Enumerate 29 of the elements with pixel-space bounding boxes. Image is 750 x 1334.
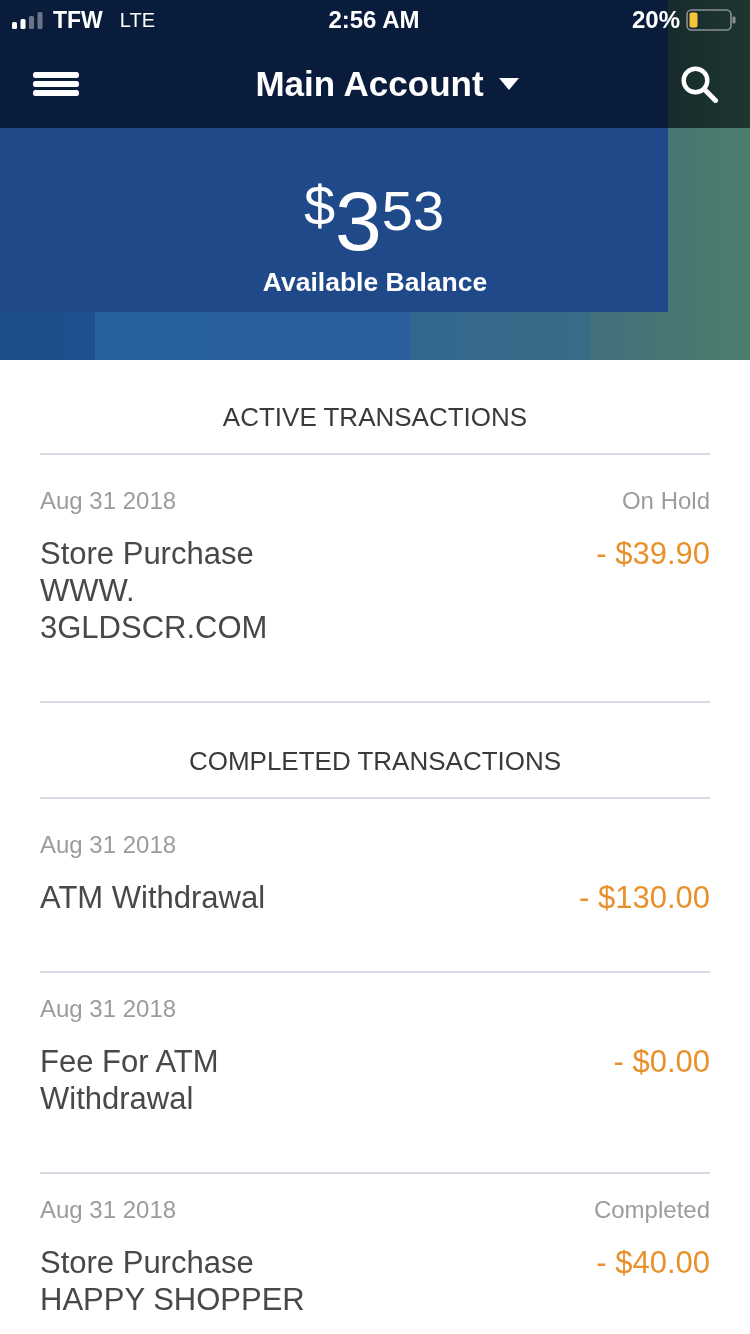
transaction-description[interactable]: Store Purchase HAPPY SHOPPER: [40, 1244, 305, 1318]
transaction-description[interactable]: ATM Withdrawal: [40, 879, 266, 916]
account-selector[interactable]: Main Account: [255, 64, 519, 104]
status-time: 2:56 AM: [328, 8, 420, 32]
menu-button[interactable]: [33, 72, 79, 96]
transaction-amount: - $39.90: [596, 535, 710, 572]
transaction-date: Aug 31 2018: [40, 1197, 177, 1223]
transaction-description[interactable]: Store Purchase WWW. 3GLDSCR.COM: [40, 535, 268, 646]
signal-icon: [12, 11, 45, 29]
transaction-amount: - $40.00: [596, 1244, 710, 1281]
transaction-amount: - $0.00: [613, 1043, 710, 1080]
transaction-status: On Hold: [621, 488, 710, 514]
battery-percent: 20%: [631, 8, 680, 32]
search-icon: [681, 65, 718, 103]
section-title: COMPLETED TRANSACTIONS: [187, 745, 563, 777]
transaction-date: Aug 31 2018: [40, 832, 177, 858]
menu-icon: [33, 72, 79, 96]
network-type: LTE: [119, 10, 155, 30]
section-title: ACTIVE TRANSACTIONS: [221, 401, 529, 433]
transaction-status: Completed: [593, 1197, 710, 1223]
search-button[interactable]: [681, 65, 718, 103]
transaction-amount: - $130.00: [579, 879, 710, 916]
carrier-name: TFW: [53, 8, 103, 32]
battery-icon: [686, 9, 736, 31]
balance-label: Available Balance: [262, 267, 488, 299]
transaction-description[interactable]: Fee For ATM Withdrawal: [40, 1043, 219, 1117]
transaction-date: Aug 31 2018: [40, 488, 177, 514]
transaction-date: Aug 31 2018: [40, 996, 177, 1022]
caret-down-icon: [498, 78, 519, 90]
